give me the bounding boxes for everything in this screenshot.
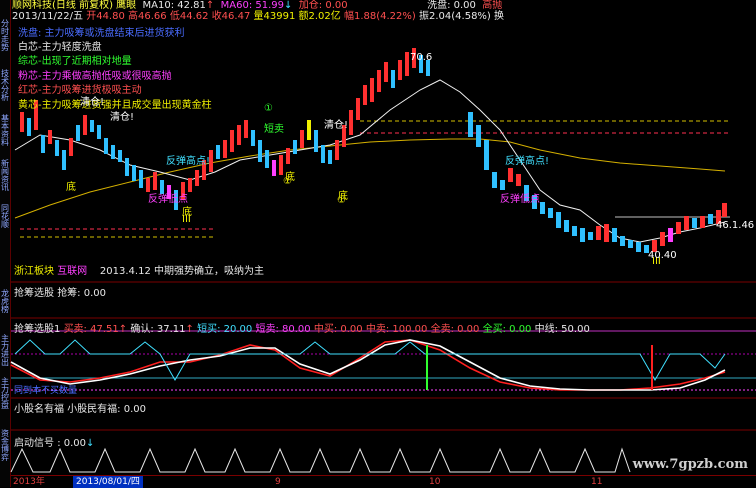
sector-note-text: 2013.4.12 中期强势确立，吸纳为主 bbox=[99, 266, 264, 277]
last-price-label: 46.1.46 bbox=[716, 220, 755, 231]
peak-price-label: 70.6 bbox=[410, 52, 433, 63]
date-tick-9: 9 bbox=[275, 477, 281, 487]
marker-fantan-didian-2: 反弹低点 bbox=[500, 194, 540, 205]
pane3-quansell: 全卖: 0.00 bbox=[430, 324, 480, 335]
pane2-title[interactable]: 抢筹选股 bbox=[14, 288, 54, 299]
marker-iii-1: III bbox=[182, 214, 191, 225]
sector-note: 浙江板块 互联网 2013.4.12 中期强势确立，吸纳为主 bbox=[14, 262, 264, 277]
pane3-zhongsell: 中卖: 100.00 bbox=[365, 324, 428, 335]
sector-tag-internet[interactable]: 互联网 bbox=[57, 266, 87, 277]
pane3-note: 同到本不买数量 bbox=[14, 386, 78, 396]
pane5-title[interactable]: 启动信号 bbox=[14, 438, 54, 449]
pane3-title[interactable]: 抢筹选股1 bbox=[14, 324, 60, 335]
low-price-label: 40.40 bbox=[648, 250, 677, 261]
marker-di-4: 底 bbox=[338, 191, 348, 202]
pane4-header: 小股名有福 小股民有福: 0.00 bbox=[14, 400, 146, 415]
pane3-maimai: 买卖: 47.51 bbox=[63, 324, 119, 335]
pane3-midline: 中线: 50.00 bbox=[534, 324, 590, 335]
pane3-zhongmai: 中买: 0.00 bbox=[313, 324, 363, 335]
marker-duanmai: 短卖 bbox=[264, 124, 284, 135]
pane5-header: 启动信号 : 0.00↓ bbox=[14, 438, 95, 449]
pane5-arrow: ↓ bbox=[86, 438, 95, 449]
marker-fantan-gaodian-2: 反弹高点! bbox=[505, 156, 550, 167]
marker-qingcang-3: 清仓! bbox=[324, 120, 349, 131]
pane3-duanbuy: 短买: 20.00 bbox=[197, 324, 253, 335]
date-cursor: 2013/08/01/四 bbox=[73, 476, 143, 488]
pane4-value: 小股民有福: 0.00 bbox=[67, 404, 147, 415]
marker-circle-1: ① bbox=[264, 103, 273, 114]
oscillator-pane bbox=[10, 330, 756, 391]
legend-xipan: 洗盘: 主力吸筹或洗盘结束后进货获利 bbox=[18, 28, 185, 39]
pane3-quanbuy: 全买: 0.00 bbox=[482, 324, 532, 335]
date-tick-10: 10 bbox=[429, 477, 441, 487]
pane3-queren-arrow: ↑ bbox=[185, 324, 194, 335]
marker-di-1: 底 bbox=[66, 182, 76, 193]
legend-fenxin: 粉芯-主力乘做高抛低吸或很吸高抛 bbox=[18, 71, 172, 82]
date-tick-11: 11 bbox=[591, 477, 603, 487]
pane3-maimai-arrow: ↑ bbox=[118, 324, 128, 335]
marker-fantan-gaodian-1: 反弹高点! bbox=[166, 156, 211, 167]
pane5-value: 0.00 bbox=[63, 438, 87, 449]
legend-baixin: 白芯-主力轻度洗盘 bbox=[18, 42, 102, 53]
date-axis[interactable]: 2013年 2013/08/01/四 9 10 11 bbox=[11, 475, 756, 488]
pane3-header: 抢筹选股1 买卖: 47.51↑ 确认: 37.11↑ 短买: 20.00 短卖… bbox=[14, 320, 590, 335]
pane4-title[interactable]: 小股名有福 bbox=[14, 404, 64, 415]
pane2-value: 抢筹: 0.00 bbox=[57, 288, 107, 299]
watermark-url: www.7gpzb.com bbox=[632, 457, 748, 472]
marker-di-3: 底 bbox=[285, 172, 295, 183]
sector-tag-zhejiang[interactable]: 浙江板块 bbox=[14, 266, 54, 277]
marker-qingcang-1: 清仓! bbox=[80, 97, 105, 108]
date-tick-year: 2013年 bbox=[13, 477, 45, 487]
marker-qingcang-2: 清仓! bbox=[110, 112, 135, 123]
pane2-header: 抢筹选股 抢筹: 0.00 bbox=[14, 284, 106, 299]
legend-zongxin: 综芯-出现了近期相对地量 bbox=[18, 56, 132, 67]
pane3-queren: 确认: 37.11 bbox=[130, 324, 186, 335]
pane3-duansell: 短卖: 80.00 bbox=[255, 324, 311, 335]
